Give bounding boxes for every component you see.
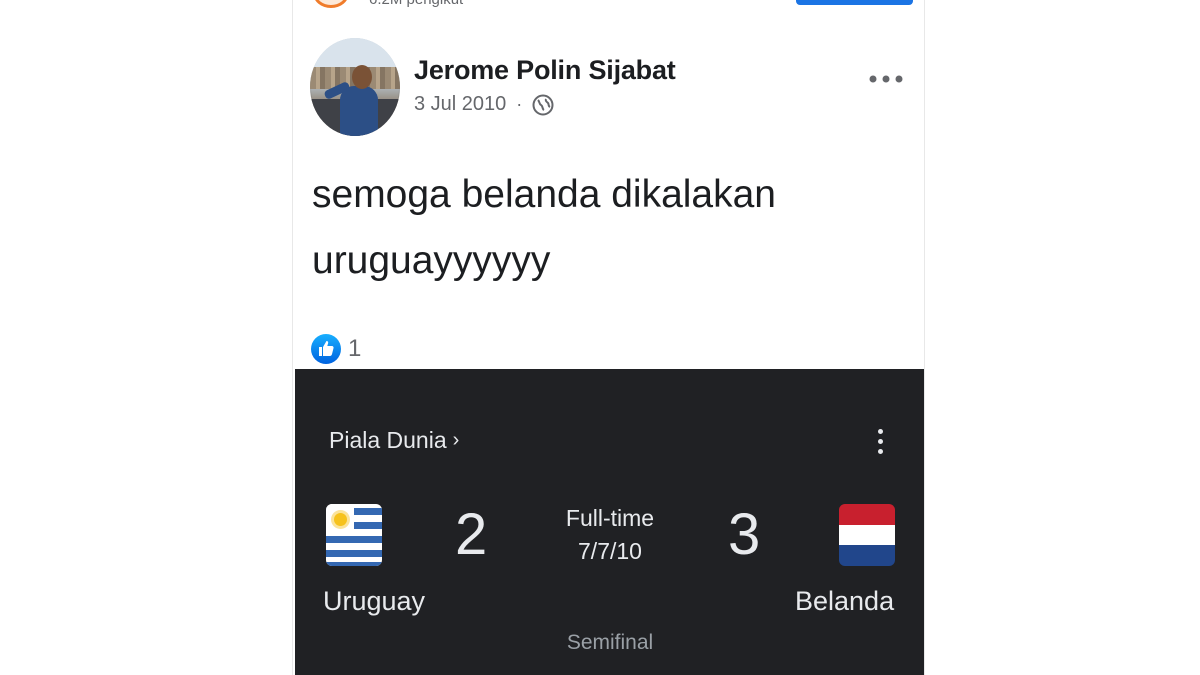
competition-name: Piala Dunia <box>329 427 447 453</box>
page-header-cutoff: 6.2M pengikut <box>293 0 924 10</box>
reaction-count: 1 <box>348 335 362 362</box>
chevron-right-icon: › <box>452 429 460 451</box>
away-score: 3 <box>728 502 761 567</box>
competition-link[interactable]: Piala Dunia › <box>329 427 459 454</box>
author-name[interactable]: Jerome Polin Sijabat <box>414 55 676 86</box>
home-score: 2 <box>455 502 488 567</box>
post-frame: 6.2M pengikut Jerome Polin Sijabat 3 Jul… <box>292 0 925 675</box>
follow-button[interactable] <box>796 0 913 5</box>
away-team-name[interactable]: Belanda <box>795 586 894 617</box>
post-date[interactable]: 3 Jul 2010 <box>414 93 506 116</box>
match-status-label: Full-time <box>565 505 655 531</box>
match-status: Full-time 7/7/10 <box>525 502 695 568</box>
match-stage: Semifinal <box>566 631 654 654</box>
meta-separator: · <box>516 94 523 114</box>
like-icon <box>310 333 342 365</box>
page-avatar[interactable] <box>313 0 349 8</box>
uruguay-flag-icon <box>326 504 382 566</box>
match-date: 7/7/10 <box>578 538 642 564</box>
reaction-summary[interactable]: 1 <box>310 333 361 365</box>
more-vertical-icon[interactable] <box>875 429 885 459</box>
author-avatar[interactable] <box>310 38 400 136</box>
match-score-card[interactable]: Piala Dunia › 2 Full-time 7/7/10 3 Urugu… <box>295 369 924 675</box>
post-meta: 3 Jul 2010 · <box>414 93 554 116</box>
followers-count: 6.2M pengikut <box>369 0 463 8</box>
globe-icon <box>532 94 554 116</box>
post-text: semoga belanda dikalakan uruguayyyyyy <box>312 173 777 282</box>
netherlands-flag-icon <box>839 504 895 566</box>
home-team-name[interactable]: Uruguay <box>323 586 425 617</box>
more-horizontal-icon[interactable] <box>868 70 904 88</box>
